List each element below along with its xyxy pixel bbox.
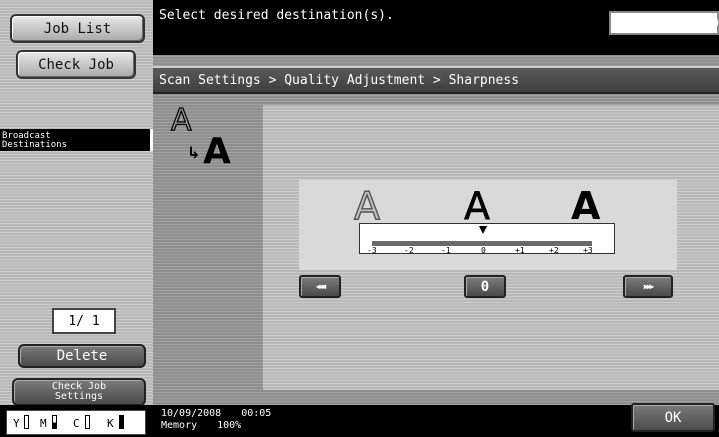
- instruction-message: Select desired destination(s).: [159, 8, 394, 23]
- toner-bar-y: [24, 415, 29, 429]
- sharpness-inner-area: A A A -3 -2 -1 0 +1 +2 +3 ◀◀◀ 0 ▶▶▶: [263, 105, 719, 390]
- page-counter: 1/ 1: [52, 308, 116, 334]
- check-job-button[interactable]: Check Job: [16, 50, 136, 79]
- breadcrumb-text: Scan Settings > Quality Adjustment > Sha…: [159, 73, 520, 88]
- sharpness-slider[interactable]: -3 -2 -1 0 +1 +2 +3: [359, 223, 615, 255]
- dest-count-value: 000: [697, 16, 719, 30]
- header-bar: Select desired destination(s). No. of De…: [153, 0, 719, 55]
- dest-count-label: No. of Dest.: [617, 14, 646, 31]
- sharpness-panel: Scan Settings > Quality Adjustment > Sha…: [153, 55, 719, 405]
- job-list-button[interactable]: Job List: [10, 14, 145, 43]
- arrow-icon: ↳: [187, 143, 201, 162]
- datetime-memory: 10/09/2008 00:05 Memory 100%: [161, 408, 272, 431]
- delete-button[interactable]: Delete: [18, 344, 146, 368]
- toner-bar-c: [85, 415, 90, 429]
- toner-bar-k: [119, 415, 124, 429]
- toner-bar-m: [52, 415, 57, 429]
- decrease-sharpness-button[interactable]: ◀◀◀: [299, 275, 341, 298]
- left-sidebar: Job List Check Job Broadcast Destination…: [0, 0, 153, 410]
- breadcrumb: Scan Settings > Quality Adjustment > Sha…: [153, 66, 719, 94]
- status-footer: Y M C K 10/09/2008 00:05 Memory 100% OK: [0, 403, 719, 437]
- reset-sharpness-button[interactable]: 0: [464, 275, 506, 298]
- ok-button[interactable]: OK: [631, 403, 715, 432]
- broadcast-destinations-label: Broadcast Destinations: [0, 129, 153, 151]
- sharpness-icon: A ↳ A: [170, 102, 231, 172]
- toner-indicator: Y M C K: [6, 410, 146, 435]
- sharpness-scale-box: A A A -3 -2 -1 0 +1 +2 +3: [299, 180, 677, 270]
- check-job-settings-button[interactable]: Check Job Settings: [12, 378, 146, 406]
- increase-sharpness-button[interactable]: ▶▶▶: [623, 275, 673, 298]
- scale-labels: -3 -2 -1 0 +1 +2 +3: [367, 246, 593, 255]
- dest-count-box: No. of Dest. 000: [609, 11, 719, 35]
- slider-indicator-icon: [479, 226, 487, 234]
